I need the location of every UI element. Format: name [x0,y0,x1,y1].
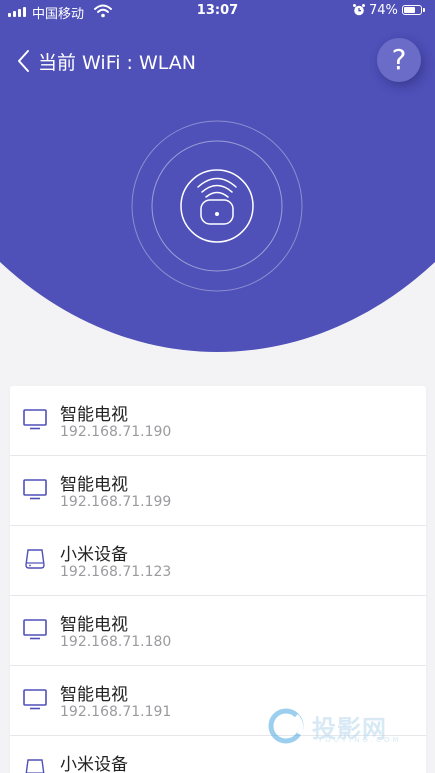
device-icon [22,546,48,572]
device-name: 智能电视 [60,685,128,705]
device-row[interactable]: 智能电视 192.168.71.199 [10,456,426,526]
screen: 中国移动 13:07 74% 当前 WiFi : WLAN ? 智能电视 192… [0,0,435,773]
tv-icon [22,616,48,642]
watermark-logo-icon [268,708,304,744]
battery-percent: 74% [369,3,398,18]
device-name: 小米设备 [60,545,128,565]
device-row[interactable]: 智能电视 192.168.71.180 [10,596,426,666]
help-icon: ? [391,43,407,76]
alarm-icon [352,3,366,20]
device-ip: 192.168.71.123 [60,564,172,580]
watermark-subtext: TOUYING.COM [318,736,402,744]
battery-icon [402,5,425,15]
watermark: 投影网 TOUYING.COM [266,706,399,746]
device-name: 智能电视 [60,405,128,425]
device-row[interactable]: 智能电视 192.168.71.190 [10,386,426,456]
tv-icon [22,406,48,432]
device-icon [22,756,48,773]
chevron-left-icon [18,50,29,72]
back-button[interactable] [12,46,36,76]
device-name: 智能电视 [60,615,128,635]
help-button[interactable]: ? [377,38,421,82]
device-ip: 192.168.71.180 [60,634,172,650]
device-ip: 192.168.71.199 [60,494,172,510]
device-name: 小米设备 [60,755,128,773]
device-ip: 192.168.71.191 [60,704,172,720]
tv-icon [22,686,48,712]
status-bar: 中国移动 13:07 74% [0,0,435,24]
battery-level-fill [404,7,415,13]
device-name: 智能电视 [60,475,128,495]
device-row[interactable]: 小米设备 192.168.71.123 [10,526,426,596]
page-title: 当前 WiFi : WLAN [38,52,197,74]
device-ip: 192.168.71.190 [60,424,172,440]
wifi-router-graphic [131,120,303,292]
tv-icon [22,476,48,502]
